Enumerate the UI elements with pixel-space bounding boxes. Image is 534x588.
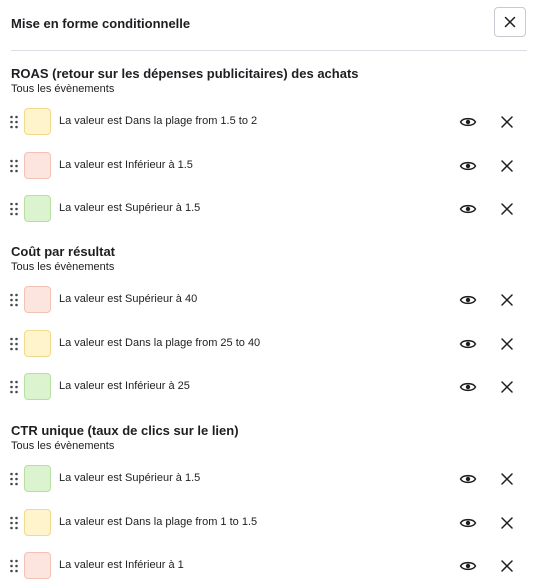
remove-rule-close-icon[interactable]	[500, 202, 514, 216]
eye-icon[interactable]	[459, 559, 477, 573]
drag-handle-icon[interactable]	[9, 472, 19, 486]
remove-rule-close-icon[interactable]	[500, 559, 514, 573]
remove-rule-close-icon[interactable]	[500, 337, 514, 351]
rule-row: La valeur est Inférieur à 1.5	[0, 151, 534, 181]
section-subtitle: Tous les évènements	[11, 261, 115, 273]
drag-handle-icon[interactable]	[9, 202, 19, 216]
conditional-formatting-panel: Mise en forme conditionnelle ROAS (retou…	[0, 0, 534, 588]
drag-handle-icon[interactable]	[9, 293, 19, 307]
remove-rule-close-icon[interactable]	[500, 472, 514, 486]
eye-icon[interactable]	[459, 380, 477, 394]
rule-label: La valeur est Dans la plage from 1.5 to …	[59, 115, 258, 127]
color-swatch[interactable]	[24, 152, 51, 179]
rule-row: La valeur est Supérieur à 1.5	[0, 464, 534, 494]
rule-row: La valeur est Dans la plage from 1.5 to …	[0, 107, 534, 137]
rule-label: La valeur est Inférieur à 25	[59, 380, 190, 392]
color-swatch[interactable]	[24, 195, 51, 222]
eye-icon[interactable]	[459, 293, 477, 307]
eye-icon[interactable]	[459, 202, 477, 216]
eye-icon[interactable]	[459, 337, 477, 351]
drag-handle-icon[interactable]	[9, 559, 19, 573]
eye-icon[interactable]	[459, 159, 477, 173]
close-icon	[504, 16, 516, 28]
drag-handle-icon[interactable]	[9, 115, 19, 129]
drag-handle-icon[interactable]	[9, 337, 19, 351]
color-swatch[interactable]	[24, 509, 51, 536]
header-divider	[11, 50, 527, 51]
remove-rule-close-icon[interactable]	[500, 115, 514, 129]
color-swatch[interactable]	[24, 330, 51, 357]
rule-row: La valeur est Dans la plage from 1 to 1.…	[0, 508, 534, 538]
eye-icon[interactable]	[459, 472, 477, 486]
remove-rule-close-icon[interactable]	[500, 159, 514, 173]
color-swatch[interactable]	[24, 108, 51, 135]
rule-row: La valeur est Dans la plage from 25 to 4…	[0, 329, 534, 359]
rule-label: La valeur est Supérieur à 1.5	[59, 472, 201, 484]
rule-label: La valeur est Dans la plage from 25 to 4…	[59, 337, 261, 349]
drag-handle-icon[interactable]	[9, 380, 19, 394]
close-button[interactable]	[494, 7, 526, 37]
color-swatch[interactable]	[24, 552, 51, 579]
drag-handle-icon[interactable]	[9, 159, 19, 173]
eye-icon[interactable]	[459, 516, 477, 530]
rule-label: La valeur est Dans la plage from 1 to 1.…	[59, 516, 258, 528]
panel-header: Mise en forme conditionnelle	[0, 0, 534, 50]
eye-icon[interactable]	[459, 115, 477, 129]
remove-rule-close-icon[interactable]	[500, 380, 514, 394]
rule-row: La valeur est Supérieur à 40	[0, 285, 534, 315]
rule-row: La valeur est Supérieur à 1.5	[0, 194, 534, 224]
drag-handle-icon[interactable]	[9, 516, 19, 530]
rule-label: La valeur est Supérieur à 1.5	[59, 202, 201, 214]
section-subtitle: Tous les évènements	[11, 440, 115, 452]
panel-title: Mise en forme conditionnelle	[11, 16, 191, 31]
section-subtitle: Tous les évènements	[11, 83, 115, 95]
section-title: Coût par résultat	[11, 244, 116, 259]
rule-label: La valeur est Supérieur à 40	[59, 293, 198, 305]
color-swatch[interactable]	[24, 286, 51, 313]
rule-label: La valeur est Inférieur à 1.5	[59, 159, 193, 171]
section-title: ROAS (retour sur les dépenses publicitai…	[11, 66, 359, 81]
remove-rule-close-icon[interactable]	[500, 293, 514, 307]
remove-rule-close-icon[interactable]	[500, 516, 514, 530]
rule-row: La valeur est Inférieur à 25	[0, 372, 534, 402]
color-swatch[interactable]	[24, 465, 51, 492]
rule-label: La valeur est Inférieur à 1	[59, 559, 184, 571]
section-title: CTR unique (taux de clics sur le lien)	[11, 423, 239, 438]
rule-row: La valeur est Inférieur à 1	[0, 551, 534, 581]
color-swatch[interactable]	[24, 373, 51, 400]
